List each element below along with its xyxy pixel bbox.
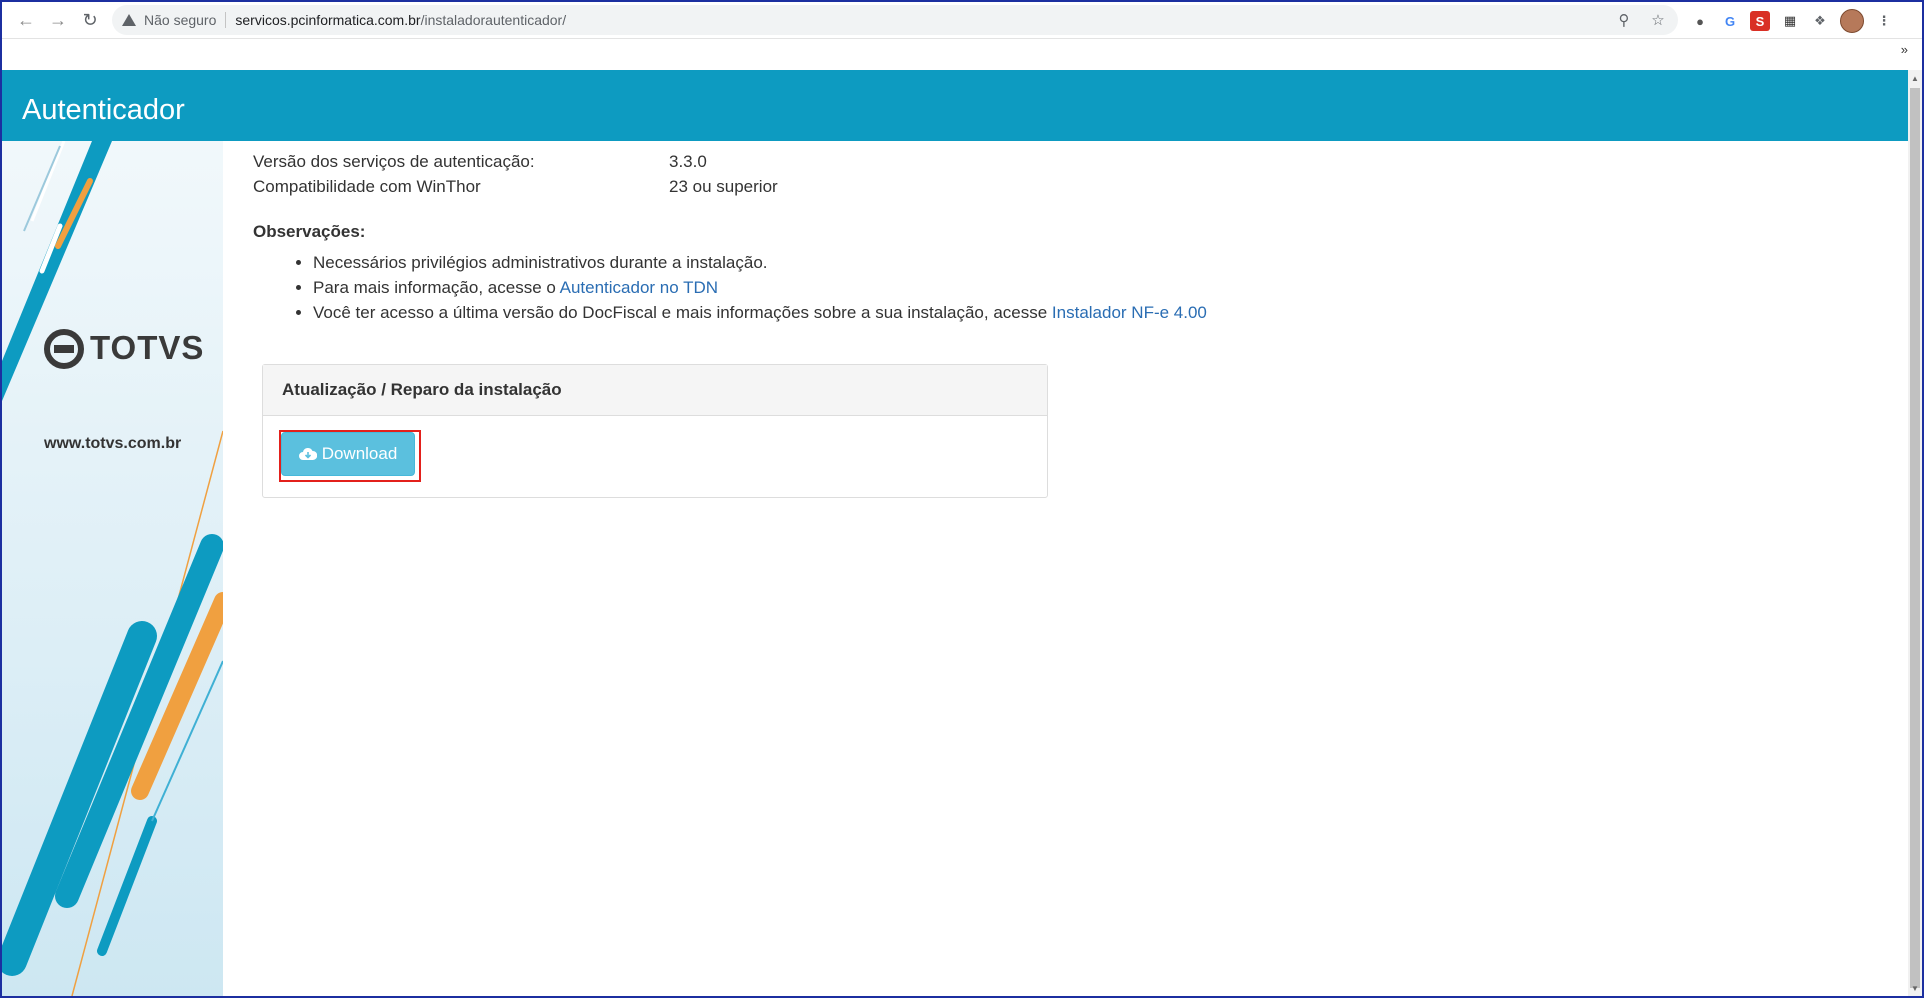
security-label[interactable]: Não seguro bbox=[144, 12, 216, 28]
info-value: 3.3.0 bbox=[669, 152, 707, 171]
browser-window: ← → ↻ Não seguro servicos.pcinformatica.… bbox=[0, 0, 1924, 998]
extension-s-icon[interactable]: S bbox=[1750, 11, 1770, 31]
warning-icon bbox=[122, 14, 136, 26]
bookmarks-more-icon[interactable]: » bbox=[1901, 42, 1908, 57]
profile-avatar[interactable] bbox=[1840, 9, 1864, 33]
url-path: /instaladorautenticador/ bbox=[420, 12, 567, 28]
browser-toolbar: ← → ↻ Não seguro servicos.pcinformatica.… bbox=[2, 2, 1922, 39]
decorative-stripes bbox=[2, 141, 223, 996]
observations-title: Observações: bbox=[253, 222, 366, 241]
puzzle-icon[interactable]: ❖ bbox=[1810, 11, 1830, 31]
cloud-download-icon bbox=[298, 447, 317, 460]
scroll-down-icon[interactable]: ▼ bbox=[1908, 980, 1922, 996]
observation-text: Você ter acesso a última versão do DocFi… bbox=[313, 303, 1052, 322]
observation-text: Para mais informação, acesse o bbox=[313, 278, 560, 297]
extension-circle-icon[interactable]: ● bbox=[1690, 11, 1710, 31]
list-item: Para mais informação, acesse o Autentica… bbox=[313, 275, 1853, 300]
info-value: 23 ou superior bbox=[669, 177, 778, 196]
download-button[interactable]: Download bbox=[281, 432, 415, 476]
info-row: Versão dos serviços de autenticação: 3.3… bbox=[253, 152, 1853, 177]
info-row: Compatibilidade com WinThor 23 ou superi… bbox=[253, 177, 1853, 202]
address-bar[interactable]: Não seguro servicos.pcinformatica.com.br… bbox=[112, 5, 1678, 35]
observations-list: Necessários privilégios administrativos … bbox=[253, 250, 1853, 325]
sidebar-banner: TOTVS www.totvs.com.br bbox=[2, 141, 223, 996]
list-item: Necessários privilégios administrativos … bbox=[313, 250, 1853, 275]
extensions-area: ● G S ▦ ❖ ⋮ bbox=[1690, 9, 1894, 33]
update-panel: Atualização / Reparo da instalação Downl… bbox=[262, 364, 1048, 498]
scroll-up-icon[interactable]: ▲ bbox=[1908, 70, 1922, 86]
site-url: www.totvs.com.br bbox=[44, 435, 182, 452]
reload-icon[interactable]: ↻ bbox=[78, 8, 102, 32]
observation-text: Necessários privilégios administrativos … bbox=[313, 253, 768, 272]
info-label: Compatibilidade com WinThor bbox=[253, 177, 481, 196]
page-header: Autenticador bbox=[2, 70, 1908, 141]
menu-kebab-icon[interactable]: ⋮ bbox=[1874, 11, 1894, 31]
main-content: Versão dos serviços de autenticação: 3.3… bbox=[253, 152, 1853, 325]
url-host: servicos.pcinformatica.com.br bbox=[235, 12, 421, 28]
info-label: Versão dos serviços de autenticação: bbox=[253, 152, 535, 171]
grid-icon[interactable]: ▦ bbox=[1780, 11, 1800, 31]
google-icon[interactable]: G bbox=[1720, 11, 1740, 31]
back-icon[interactable]: ← bbox=[14, 8, 38, 32]
nfe-installer-link[interactable]: Instalador NF-e 4.00 bbox=[1052, 303, 1207, 322]
bookmark-star-icon[interactable]: ☆ bbox=[1648, 10, 1668, 30]
address-separator bbox=[225, 12, 227, 28]
panel-heading: Atualização / Reparo da instalação bbox=[263, 365, 1047, 416]
forward-icon[interactable]: → bbox=[46, 8, 70, 32]
page-title: Autenticador bbox=[22, 94, 185, 126]
tdn-link[interactable]: Autenticador no TDN bbox=[560, 278, 718, 297]
totvs-logo-icon bbox=[44, 329, 84, 369]
scroll-thumb[interactable] bbox=[1910, 88, 1920, 988]
download-label: Download bbox=[321, 444, 398, 463]
logo-text: TOTVS bbox=[90, 329, 205, 366]
scrollbar[interactable]: ▲ ▼ bbox=[1908, 70, 1922, 996]
list-item: Você ter acesso a última versão do DocFi… bbox=[313, 300, 1853, 325]
zoom-icon[interactable]: ⚲ bbox=[1614, 10, 1634, 30]
